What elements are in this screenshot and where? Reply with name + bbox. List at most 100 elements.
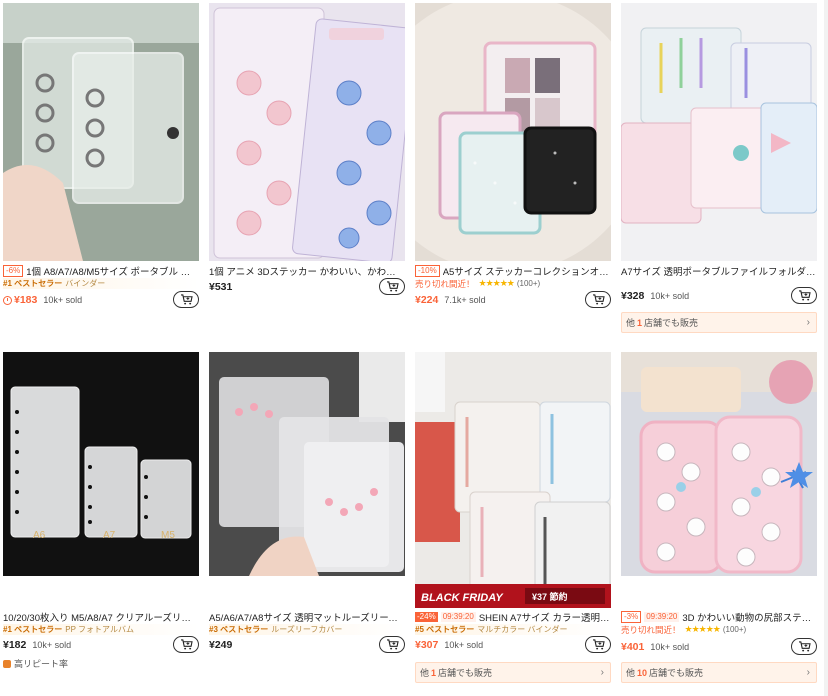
almost-sold-out-label: 売り切れ間近！ xyxy=(621,624,681,635)
deal-countdown: 09:39:20 xyxy=(644,611,680,622)
product-title[interactable]: 10/20/30枚入り M5/A8/A7 クリアルーズリーフ... xyxy=(3,610,199,624)
discount-badge: -3% xyxy=(621,610,642,623)
product-image[interactable] xyxy=(3,3,199,261)
store-prefix: 他 xyxy=(420,668,430,678)
scroll-edge xyxy=(824,0,828,696)
rating-row: 売り切れ間近！ ★★★★★ (100+) xyxy=(621,624,817,635)
product-title-row[interactable]: -10% A5サイズ ステッカーコレクションオー... xyxy=(415,264,611,277)
clock-icon xyxy=(3,295,12,305)
bestseller-rank: #1 ベストセラー xyxy=(3,279,63,288)
price-row: ¥183 10k+ sold xyxy=(3,291,199,309)
product-image[interactable]: BLACK FRIDAY ¥37 節約 xyxy=(415,352,611,608)
repeat-icon xyxy=(3,659,11,668)
add-to-cart-button[interactable] xyxy=(379,278,405,295)
discount-badge: -6% xyxy=(3,264,24,277)
cart-icon xyxy=(798,290,811,301)
chevron-right-icon: › xyxy=(806,317,810,328)
product-title-row[interactable]: A7サイズ 透明ポータブルファイルフォルダー... xyxy=(621,264,817,278)
product-title-row[interactable]: -6% 1個 A8/A7/A8/M5サイズ ポータブル トラ... xyxy=(3,264,199,277)
store-count: 1 xyxy=(637,317,643,328)
bestseller-category: マルチカラー バインダー xyxy=(477,625,568,634)
cart-icon xyxy=(798,641,811,652)
bestseller-rank: #3 ベストセラー xyxy=(209,625,269,634)
store-suffix: 店舗でも販売 xyxy=(438,668,493,678)
cart-icon xyxy=(386,281,399,292)
bestseller-badge[interactable]: #3 ベストセラー ルーズリーフカバー xyxy=(209,624,405,635)
product-image[interactable] xyxy=(415,3,611,261)
store-count: 10 xyxy=(637,667,648,678)
other-stores-link[interactable]: 他 1 店舗でも販売 › xyxy=(621,312,817,333)
add-to-cart-button[interactable] xyxy=(791,638,817,655)
product-title-row[interactable]: -24% 09:39:20 SHEIN A7サイズ カラー透明ポー... xyxy=(415,610,611,623)
price-row: ¥182 10k+ sold xyxy=(3,636,199,654)
sold-count: 10k+ sold xyxy=(650,291,690,301)
add-to-cart-button[interactable] xyxy=(379,636,405,653)
price-row: ¥401 10k+ sold xyxy=(621,638,817,656)
sold-count: 10k+ sold xyxy=(650,642,690,652)
bestseller-badge[interactable]: #1 ベストセラー バインダー xyxy=(3,278,199,289)
cart-icon xyxy=(180,294,193,305)
add-to-cart-button[interactable] xyxy=(173,636,199,653)
sold-count: 10k+ sold xyxy=(32,640,72,650)
discount-badge: -24% xyxy=(415,611,438,622)
product-price: ¥224 xyxy=(415,294,439,306)
product-image[interactable]: A6 A7 M5 xyxy=(3,352,199,576)
bestseller-category: バインダー xyxy=(65,279,106,288)
product-price: ¥307 xyxy=(415,639,439,651)
almost-sold-out-label: 売り切れ間近！ xyxy=(415,278,475,289)
product-title[interactable]: A5/A6/A7/A8サイズ 透明マットルーズリーフバ... xyxy=(209,610,405,624)
deal-countdown: 09:39:20 xyxy=(440,611,476,622)
add-to-cart-button[interactable] xyxy=(585,636,611,653)
product-grid: -6% 1個 A8/A7/A8/M5サイズ ポータブル トラ... #1 ベスト… xyxy=(0,0,828,696)
other-stores-link[interactable]: 他 1 店舗でも販売 › xyxy=(415,662,611,683)
bestseller-category: PP フォトアルバム xyxy=(65,625,134,634)
bestseller-badge[interactable]: #1 ベストセラー PP フォトアルバム xyxy=(3,624,199,635)
product-image[interactable] xyxy=(621,3,817,261)
product-image[interactable] xyxy=(209,3,405,261)
product-title[interactable]: A7サイズ 透明ポータブルファイルフォルダー... xyxy=(621,264,817,278)
repeat-label: 高リピート率 xyxy=(14,659,69,669)
product-title-row[interactable]: 1個 アニメ 3Dステッカー かわいい、かわいい... xyxy=(209,264,405,278)
star-rating: ★★★★★ xyxy=(478,278,515,288)
add-to-cart-button[interactable] xyxy=(585,291,611,308)
product-title-row[interactable]: -3% 09:39:20 3D かわいい動物の尻部ステッカ... xyxy=(621,610,817,623)
store-suffix: 店舗でも販売 xyxy=(649,668,704,678)
bestseller-category: ルーズリーフカバー xyxy=(271,625,343,634)
sold-count: 10k+ sold xyxy=(444,640,484,650)
product-price: ¥328 xyxy=(621,290,645,302)
product-price: ¥249 xyxy=(209,639,233,651)
chevron-right-icon: › xyxy=(600,667,604,678)
product-image[interactable] xyxy=(621,352,817,576)
price-row: ¥531 xyxy=(209,278,405,296)
review-count: (100+) xyxy=(722,625,747,634)
product-title[interactable]: A5サイズ ステッカーコレクションオー... xyxy=(443,264,611,278)
sold-count: 7.1k+ sold xyxy=(444,295,486,305)
product-price: ¥182 xyxy=(3,639,27,651)
product-title[interactable]: 3D かわいい動物の尻部ステッカ... xyxy=(682,610,817,624)
bestseller-rank: #1 ベストセラー xyxy=(3,625,63,634)
size-label: M5 xyxy=(161,530,175,541)
price-row: ¥307 10k+ sold xyxy=(415,636,611,654)
store-prefix: 他 xyxy=(626,668,636,678)
promo-banner-saving: ¥37 節約 xyxy=(532,591,568,602)
product-title[interactable]: SHEIN A7サイズ カラー透明ポー... xyxy=(479,610,611,624)
store-count: 1 xyxy=(431,667,437,678)
star-rating: ★★★★★ xyxy=(684,624,721,634)
price-row: ¥328 10k+ sold xyxy=(621,287,817,305)
review-count: (100+) xyxy=(516,279,541,288)
product-title-row[interactable]: A5/A6/A7/A8サイズ 透明マットルーズリーフバ... xyxy=(209,610,405,624)
product-title[interactable]: 1個 アニメ 3Dステッカー かわいい、かわいい... xyxy=(209,264,405,278)
high-repeat-tag: 高リピート率 xyxy=(3,657,68,670)
product-title-row[interactable]: 10/20/30枚入り M5/A8/A7 クリアルーズリーフ... xyxy=(3,610,199,624)
add-to-cart-button[interactable] xyxy=(173,291,199,308)
discount-badge: -10% xyxy=(415,264,440,277)
product-price: ¥183 xyxy=(14,294,38,306)
product-image[interactable] xyxy=(209,352,405,576)
add-to-cart-button[interactable] xyxy=(791,287,817,304)
bestseller-badge[interactable]: #5 ベストセラー マルチカラー バインダー xyxy=(415,624,611,635)
product-price: ¥401 xyxy=(621,641,645,653)
other-stores-link[interactable]: 他 10 店舗でも販売 › xyxy=(621,662,817,683)
product-title[interactable]: 1個 A8/A7/A8/M5サイズ ポータブル トラ... xyxy=(26,264,199,278)
cart-icon xyxy=(592,294,605,305)
cart-icon xyxy=(180,639,193,650)
